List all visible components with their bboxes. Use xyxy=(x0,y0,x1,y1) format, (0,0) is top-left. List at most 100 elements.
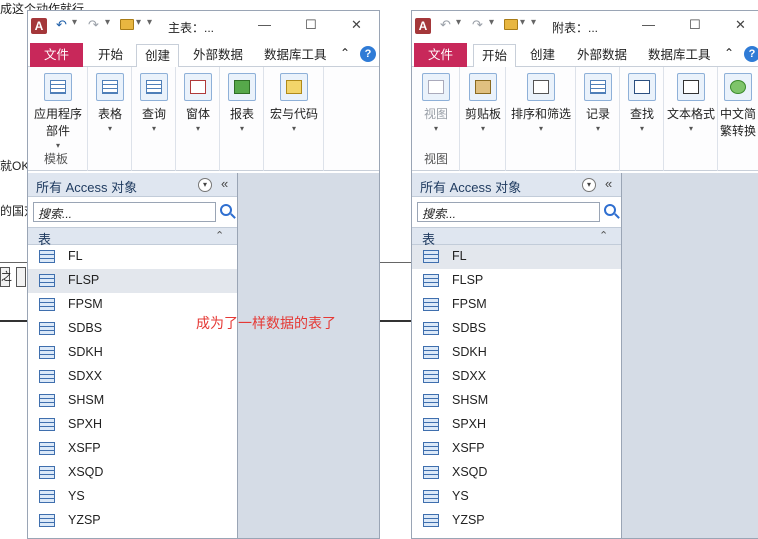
maximize-icon[interactable]: ☐ xyxy=(305,17,317,33)
access-window-main: A ↶ ▾ ↷ ▾ ▾ ▾ 主表：... — ☐ ✕ 文件 开始 创建 外部数据… xyxy=(27,10,380,539)
open-folder-icon[interactable] xyxy=(504,19,518,30)
tab-create[interactable]: 创建 xyxy=(522,44,563,68)
redo-dropdown-icon[interactable]: ▾ xyxy=(105,17,110,28)
table-icon xyxy=(39,346,55,359)
report-button[interactable]: 报表 ▾ xyxy=(224,73,260,133)
tab-home[interactable]: 开始 xyxy=(473,44,517,68)
query-icon xyxy=(140,73,168,101)
tab-database-tools[interactable]: 数据库工具 xyxy=(256,44,335,68)
search-input[interactable]: 搜索... xyxy=(33,202,216,222)
tab-external-data[interactable]: 外部数据 xyxy=(185,44,251,68)
list-item[interactable]: SDXX xyxy=(28,365,237,389)
form-icon xyxy=(184,73,212,101)
list-item[interactable]: FLSP xyxy=(412,269,621,293)
chinese-conversion-button[interactable]: 中文简繁转换 xyxy=(720,73,756,139)
ribbon-group-find: 查找 ▾ xyxy=(620,67,664,171)
view-button[interactable]: 视图 ▾ xyxy=(416,73,456,133)
dropdown-arrow-icon: ▾ xyxy=(433,124,438,133)
list-item[interactable]: SDXX xyxy=(412,365,621,389)
clipboard-button[interactable]: 剪贴板 ▾ xyxy=(463,73,503,133)
list-item[interactable]: SDKH xyxy=(412,341,621,365)
list-item[interactable]: FL xyxy=(28,245,237,269)
undo-dropdown-icon[interactable]: ▾ xyxy=(72,17,77,28)
customize-qat-icon[interactable]: ▾ xyxy=(531,17,536,28)
nav-pane-header[interactable]: 所有 Access 对象 ▾ « xyxy=(28,173,237,197)
list-item[interactable]: SDKH xyxy=(28,341,237,365)
redo-icon[interactable]: ↷ xyxy=(88,17,99,33)
macro-label: 宏与代码 xyxy=(269,107,318,121)
client-area: 所有 Access 对象 ▾ « 搜索... 表 ⌃ FL FLSP FPSM … xyxy=(28,173,379,538)
search-input[interactable]: 搜索... xyxy=(417,202,600,222)
nav-pane-header[interactable]: 所有 Access 对象 ▾ « xyxy=(412,173,621,197)
maximize-icon[interactable]: ☐ xyxy=(689,17,701,33)
records-button[interactable]: 记录 ▾ xyxy=(580,73,616,133)
close-icon[interactable]: ✕ xyxy=(351,17,362,33)
tab-external-data[interactable]: 外部数据 xyxy=(569,44,635,68)
list-item[interactable]: XSQD xyxy=(412,461,621,485)
text-format-button[interactable]: 文本格式 ▾ xyxy=(666,73,716,133)
tab-create[interactable]: 创建 xyxy=(136,44,180,68)
minimize-icon[interactable]: — xyxy=(642,17,655,32)
list-item[interactable]: XSQD xyxy=(28,461,237,485)
list-item[interactable]: FLSP xyxy=(28,269,237,293)
navigation-pane: 所有 Access 对象 ▾ « 搜索... 表 ⌃ FL FLSP FPSM … xyxy=(28,173,238,538)
app-parts-button[interactable]: 应用程序部件 ▾ xyxy=(31,73,85,150)
table-icon xyxy=(423,298,439,311)
close-icon[interactable]: ✕ xyxy=(735,17,746,33)
shutter-bar-collapse-icon[interactable]: « xyxy=(605,176,612,191)
list-item[interactable]: XSFP xyxy=(412,437,621,461)
list-item[interactable]: YZSP xyxy=(28,509,237,533)
undo-icon[interactable]: ↶ xyxy=(56,17,67,33)
nav-category-tables[interactable]: 表 ⌃ xyxy=(28,227,237,247)
open-folder-icon[interactable] xyxy=(120,19,134,30)
query-button[interactable]: 查询 ▾ xyxy=(136,73,172,133)
table-button[interactable]: 表格 ▾ xyxy=(92,73,128,133)
help-icon[interactable]: ? xyxy=(744,46,758,62)
bg-divider-thick xyxy=(0,320,27,322)
list-item[interactable]: SHSM xyxy=(28,389,237,413)
tab-database-tools[interactable]: 数据库工具 xyxy=(640,44,719,68)
collapse-ribbon-icon[interactable]: ⌃ xyxy=(724,46,734,60)
list-item[interactable]: YZSP xyxy=(412,509,621,533)
list-item[interactable]: SPXH xyxy=(412,413,621,437)
app-parts-label: 应用程序部件 xyxy=(33,107,82,138)
redo-dropdown-icon[interactable]: ▾ xyxy=(489,17,494,28)
nav-category-tables[interactable]: 表 ⌃ xyxy=(412,227,621,247)
tab-file[interactable]: 文件 xyxy=(414,43,468,68)
text-format-label: 文本格式 xyxy=(666,107,715,121)
folder-dropdown-icon[interactable]: ▾ xyxy=(136,17,141,28)
folder-dropdown-icon[interactable]: ▾ xyxy=(520,17,525,28)
minimize-icon[interactable]: — xyxy=(258,17,271,32)
list-item[interactable]: SPXH xyxy=(28,413,237,437)
undo-dropdown-icon[interactable]: ▾ xyxy=(456,17,461,28)
report-icon xyxy=(228,73,256,101)
macro-code-button[interactable]: 宏与代码 ▾ xyxy=(266,73,322,133)
form-button[interactable]: 窗体 ▾ xyxy=(180,73,216,133)
sort-filter-button[interactable]: 排序和筛选 ▾ xyxy=(508,73,574,133)
list-item[interactable]: YS xyxy=(412,485,621,509)
filter-icon xyxy=(527,73,555,101)
search-icon[interactable] xyxy=(220,204,232,216)
collapse-ribbon-icon[interactable]: ⌃ xyxy=(340,46,350,60)
list-item[interactable]: XSFP xyxy=(28,437,237,461)
chevron-up-icon[interactable]: ⌃ xyxy=(599,229,608,242)
shutter-bar-collapse-icon[interactable]: « xyxy=(221,176,228,191)
tab-file[interactable]: 文件 xyxy=(30,43,84,68)
redo-icon[interactable]: ↷ xyxy=(472,17,483,33)
nav-menu-icon[interactable]: ▾ xyxy=(198,178,212,192)
list-item[interactable]: YS xyxy=(28,485,237,509)
list-item[interactable]: FL xyxy=(412,245,621,269)
list-item[interactable]: FPSM xyxy=(412,293,621,317)
table-icon xyxy=(39,250,55,263)
nav-menu-icon[interactable]: ▾ xyxy=(582,178,596,192)
search-icon[interactable] xyxy=(604,204,616,216)
list-item[interactable]: SHSM xyxy=(412,389,621,413)
customize-qat-icon[interactable]: ▾ xyxy=(147,17,152,28)
table-icon xyxy=(39,322,55,335)
tab-home[interactable]: 开始 xyxy=(90,44,131,68)
list-item[interactable]: SDBS xyxy=(412,317,621,341)
chevron-up-icon[interactable]: ⌃ xyxy=(215,229,224,242)
help-icon[interactable]: ? xyxy=(360,46,376,62)
find-button[interactable]: 查找 ▾ xyxy=(624,73,660,133)
undo-icon[interactable]: ↶ xyxy=(440,17,451,33)
